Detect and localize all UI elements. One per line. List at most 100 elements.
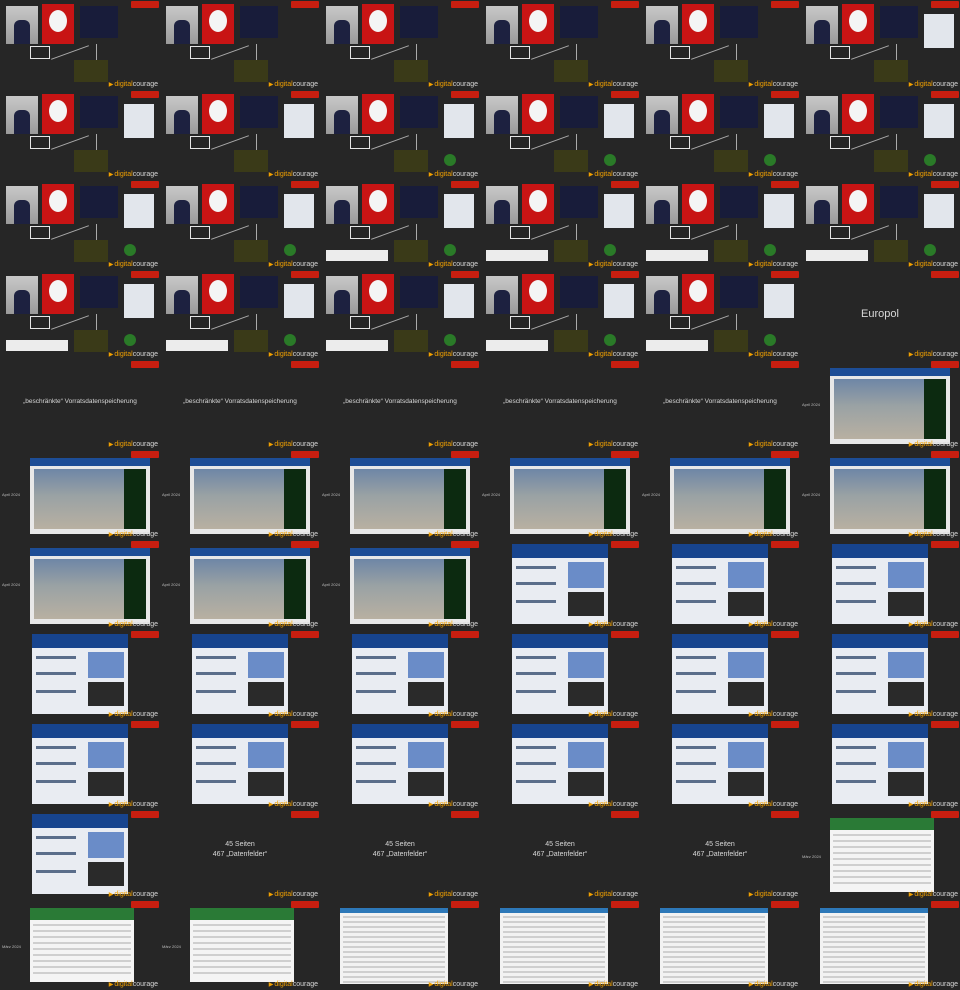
slide-thumbnail[interactable]: ▶digitalcourage	[640, 720, 800, 810]
play-icon: ▶	[588, 622, 594, 628]
slide-thumbnail[interactable]: ▶digitalcourage	[160, 630, 320, 720]
slide-thumbnail[interactable]: April 2024 ▶digitalcourage	[800, 360, 960, 450]
slide-thumbnail[interactable]: ▶digitalcourage	[0, 810, 160, 900]
slide-thumbnail[interactable]: 45 Seiten 467 „Datenfelder“ ▶digitalcourag…	[480, 810, 640, 900]
slide-thumbnail[interactable]: ▶digitalcourage	[480, 540, 640, 630]
slide-thumbnail[interactable]: ▶digitalcourage	[800, 900, 960, 990]
slide-thumbnail[interactable]: ▶digitalcourage	[640, 630, 800, 720]
table-row	[833, 852, 931, 854]
slide-thumbnail[interactable]: ▶digitalcourage	[320, 0, 480, 90]
slide-thumbnail[interactable]: ▶digitalcourage	[0, 180, 160, 270]
brand-suffix: courage	[612, 801, 638, 808]
slide-thumbnail[interactable]: Europol ▶digitalcourage	[800, 270, 960, 360]
data-categories-screenshot	[832, 724, 928, 804]
brand-prefix: digital	[274, 351, 293, 358]
slide-thumbnail[interactable]: März 2024 ▶digitalcourage	[0, 900, 160, 990]
slide-thumbnail[interactable]: ▶digitalcourage	[0, 0, 160, 90]
slide-thumbnail[interactable]: ▶digitalcourage	[800, 720, 960, 810]
slide-thumbnail[interactable]: ▶digitalcourage	[0, 270, 160, 360]
portrait-photo	[842, 94, 874, 134]
slide-thumbnail[interactable]: ▶digitalcourage	[160, 90, 320, 180]
corner-stamp	[291, 361, 319, 368]
slide-thumbnail[interactable]: ▶digitalcourage	[640, 900, 800, 990]
slide-thumbnail[interactable]: ▶digitalcourage	[0, 720, 160, 810]
antenna-photo	[728, 652, 764, 678]
brand-prefix: digital	[594, 621, 613, 628]
slide-thumbnail[interactable]: ▶digitalcourage	[160, 270, 320, 360]
slide-thumbnail[interactable]: ▶digitalcourage	[320, 720, 480, 810]
arrow	[371, 315, 409, 330]
arrow	[51, 135, 89, 150]
slide-thumbnail[interactable]: ▶digitalcourage	[480, 180, 640, 270]
slide-thumbnail[interactable]: „beschränkte“ Vorratsdatenspeicherung ▶di…	[640, 360, 800, 450]
brand-prefix: digital	[114, 711, 133, 718]
slide-thumbnail[interactable]: ▶digitalcourage	[320, 270, 480, 360]
slide-thumbnail[interactable]: ▶digitalcourage	[640, 540, 800, 630]
slide-thumbnail[interactable]: April 2024 ▶digitalcourage	[800, 450, 960, 540]
envelope-icon	[190, 226, 210, 239]
corner-stamp	[611, 1, 639, 8]
slide-thumbnail[interactable]: ▶digitalcourage	[320, 180, 480, 270]
portrait-photo	[522, 4, 554, 44]
slide-thumbnail[interactable]: ▶digitalcourage	[320, 90, 480, 180]
brand-prefix: digital	[434, 261, 453, 268]
slide-thumbnail[interactable]: ▶digitalcourage	[320, 900, 480, 990]
slide-thumbnail[interactable]: ▶digitalcourage	[800, 180, 960, 270]
table-row	[663, 941, 765, 943]
text-line	[676, 746, 716, 749]
portrait-photo	[326, 276, 358, 314]
slide-thumbnail[interactable]: März 2024 ▶digitalcourage	[160, 900, 320, 990]
slide-thumbnail[interactable]: ▶digitalcourage	[800, 90, 960, 180]
slide-thumbnail[interactable]: April 2024 ▶digitalcourage	[160, 540, 320, 630]
data-categories-screenshot	[32, 814, 128, 894]
slide-thumbnail[interactable]: ▶digitalcourage	[640, 270, 800, 360]
slide-thumbnail[interactable]: ▶digitalcourage	[0, 630, 160, 720]
slide-thumbnail[interactable]: April 2024 ▶digitalcourage	[320, 450, 480, 540]
slide-thumbnail[interactable]: ▶digitalcourage	[800, 630, 960, 720]
slide-thumbnail[interactable]: April 2024 ▶digitalcourage	[0, 450, 160, 540]
slide-thumbnail[interactable]: ▶digitalcourage	[160, 720, 320, 810]
screenshot-header	[832, 724, 928, 738]
slide-thumbnail[interactable]: ▶digitalcourage	[0, 90, 160, 180]
slide-grid: ▶digitalcourage ▶digitalcourage ▶digitalco…	[0, 0, 960, 990]
arrow	[531, 45, 569, 60]
slide-thumbnail[interactable]: ▶digitalcourage	[160, 0, 320, 90]
slide-thumbnail[interactable]: April 2024 ▶digitalcourage	[640, 450, 800, 540]
phone-photo	[568, 682, 604, 706]
slide-thumbnail[interactable]: 45 Seiten 467 „Datenfelder“ ▶digitalcourag…	[160, 810, 320, 900]
slide-thumbnail[interactable]: ▶digitalcourage	[480, 270, 640, 360]
slide-thumbnail[interactable]: ▶digitalcourage	[480, 90, 640, 180]
slide-thumbnail[interactable]: April 2024 ▶digitalcourage	[0, 540, 160, 630]
slide-thumbnail[interactable]: ▶digitalcourage	[640, 90, 800, 180]
europol-screenshot	[670, 458, 790, 534]
slide-thumbnail[interactable]: ▶digitalcourage	[640, 180, 800, 270]
slide-thumbnail[interactable]: April 2024 ▶digitalcourage	[320, 540, 480, 630]
slide-thumbnail[interactable]: April 2024 ▶digitalcourage	[480, 450, 640, 540]
slide-thumbnail[interactable]: ▶digitalcourage	[640, 0, 800, 90]
portrait-photo	[42, 4, 74, 44]
slide-thumbnail[interactable]: „beschränkte“ Vorratsdatenspeicherung ▶di…	[480, 360, 640, 450]
slide-thumbnail[interactable]: 45 Seiten 467 „Datenfelder“ ▶digitalcourag…	[320, 810, 480, 900]
slide-thumbnail[interactable]: April 2024 ▶digitalcourage	[160, 450, 320, 540]
slide-thumbnail[interactable]: ▶digitalcourage	[320, 630, 480, 720]
corner-stamp	[771, 631, 799, 638]
slide-thumbnail[interactable]: ▶digitalcourage	[480, 630, 640, 720]
slide-thumbnail[interactable]: ▶digitalcourage	[480, 900, 640, 990]
slide-thumbnail[interactable]: ▶digitalcourage	[160, 180, 320, 270]
slide-thumbnail[interactable]: ▶digitalcourage	[480, 0, 640, 90]
portrait-photo	[560, 96, 598, 128]
slide-thumbnail[interactable]: ▶digitalcourage	[800, 0, 960, 90]
brand-prefix: digital	[594, 981, 613, 988]
slide-thumbnail[interactable]: ▶digitalcourage	[800, 540, 960, 630]
slide-thumbnail[interactable]: 45 Seiten 467 „Datenfelder“ ▶digitalcourag…	[640, 810, 800, 900]
slide-thumbnail[interactable]: „beschränkte“ Vorratsdatenspeicherung ▶di…	[320, 360, 480, 450]
slide-thumbnail[interactable]: „beschränkte“ Vorratsdatenspeicherung ▶di…	[160, 360, 320, 450]
play-icon: ▶	[108, 982, 114, 988]
data-categories-screenshot	[512, 544, 608, 624]
slide-thumbnail[interactable]: „beschränkte“ Vorratsdatenspeicherung ▶di…	[0, 360, 160, 450]
slide-thumbnail[interactable]: ▶digitalcourage	[480, 720, 640, 810]
table-row	[343, 921, 445, 923]
table-row	[823, 976, 925, 978]
slide-thumbnail[interactable]: März 2024 ▶digitalcourage	[800, 810, 960, 900]
table-row	[193, 972, 291, 974]
